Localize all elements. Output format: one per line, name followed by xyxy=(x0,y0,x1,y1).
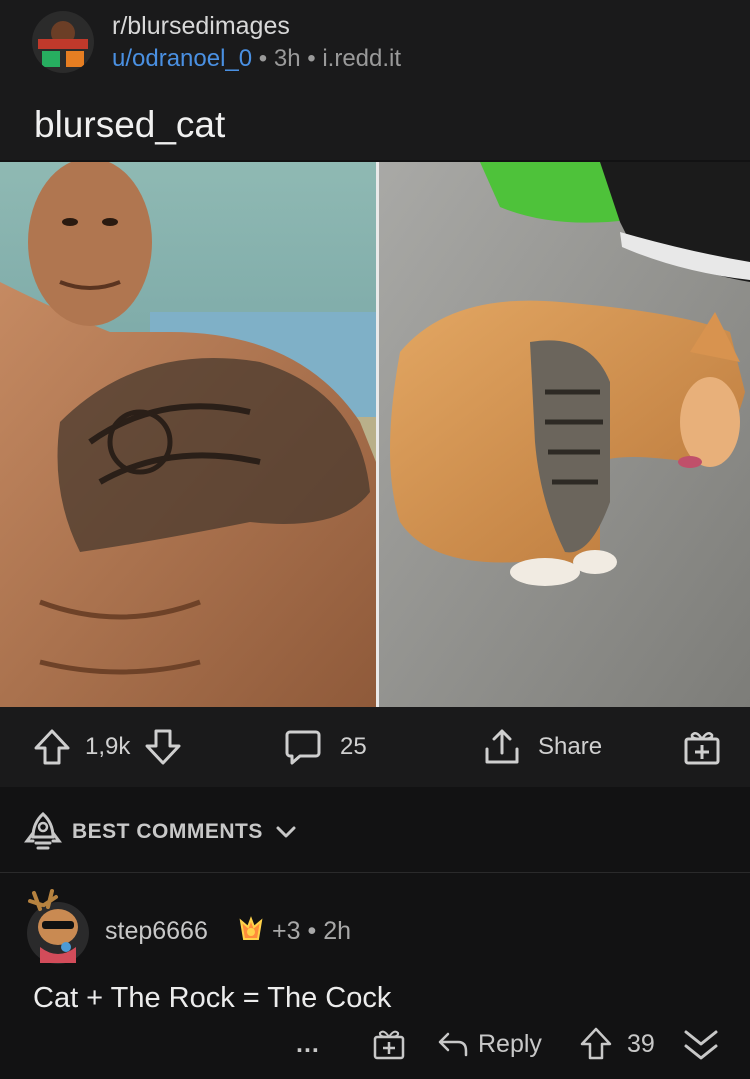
post-domain[interactable]: i.redd.it xyxy=(322,45,401,72)
more-dots: ... xyxy=(296,1029,320,1058)
comment-age: 2h xyxy=(323,917,351,945)
cat-panel xyxy=(379,162,750,707)
comment-award-button[interactable] xyxy=(372,1022,406,1066)
gift-icon xyxy=(682,727,722,767)
sort-label: BEST COMMENTS xyxy=(72,820,263,843)
post-action-bar: 1,9k 25 Share xyxy=(0,707,750,787)
comment-score: +3 xyxy=(272,917,301,945)
collapse-button[interactable] xyxy=(682,1022,720,1066)
more-options-button[interactable]: ... xyxy=(296,1022,320,1066)
comment-count: 25 xyxy=(340,733,367,760)
comment-body: Cat + The Rock = The Cock xyxy=(33,982,392,1014)
sort-selector[interactable]: BEST COMMENTS xyxy=(72,820,297,844)
vote-group: 1,9k xyxy=(33,707,182,787)
meta-separator: • xyxy=(258,45,268,72)
rock-panel xyxy=(0,162,376,707)
comment-vote-group: 39 xyxy=(579,1022,655,1066)
comment-username[interactable]: step6666 xyxy=(105,917,208,946)
vote-count: 1,9k xyxy=(85,733,131,760)
comment-meta: +3 • 2h xyxy=(272,917,351,946)
share-label: Share xyxy=(538,733,603,760)
share-button[interactable]: Share xyxy=(482,707,602,787)
double-chevron-down-icon xyxy=(682,1024,720,1064)
comment-avatar[interactable] xyxy=(20,885,90,965)
share-icon xyxy=(482,727,522,767)
comment-vote-count: 39 xyxy=(627,1029,655,1058)
chevron-down-icon xyxy=(275,824,297,840)
reply-button[interactable]: Reply xyxy=(436,1022,542,1066)
post-title[interactable]: blursed_cat xyxy=(34,104,225,146)
meta-separator: • xyxy=(307,45,316,72)
reply-label: Reply xyxy=(478,1029,542,1058)
post-age: 3h xyxy=(273,45,301,72)
post-header: r/blursedimages u/odranoel_0 • 3h • i.re… xyxy=(0,0,750,160)
comments-button[interactable]: 25 xyxy=(284,707,367,787)
upvote-icon[interactable] xyxy=(579,1026,613,1062)
post-meta: u/odranoel_0 • 3h • i.redd.it xyxy=(112,45,401,73)
post-author[interactable]: u/odranoel_0 xyxy=(112,45,252,72)
comment-bubble-icon xyxy=(284,727,322,767)
upvote-icon[interactable] xyxy=(33,727,71,767)
subreddit-name[interactable]: r/blursedimages xyxy=(112,12,290,41)
downvote-icon[interactable] xyxy=(144,727,182,767)
reply-arrow-icon xyxy=(436,1029,470,1059)
subreddit-avatar[interactable] xyxy=(32,11,94,73)
meta-separator: • xyxy=(307,917,317,945)
gift-icon xyxy=(372,1027,406,1061)
award-badge-icon xyxy=(236,915,266,945)
rocket-icon[interactable] xyxy=(24,811,62,851)
award-button[interactable] xyxy=(682,707,722,787)
post-image[interactable] xyxy=(0,162,750,707)
